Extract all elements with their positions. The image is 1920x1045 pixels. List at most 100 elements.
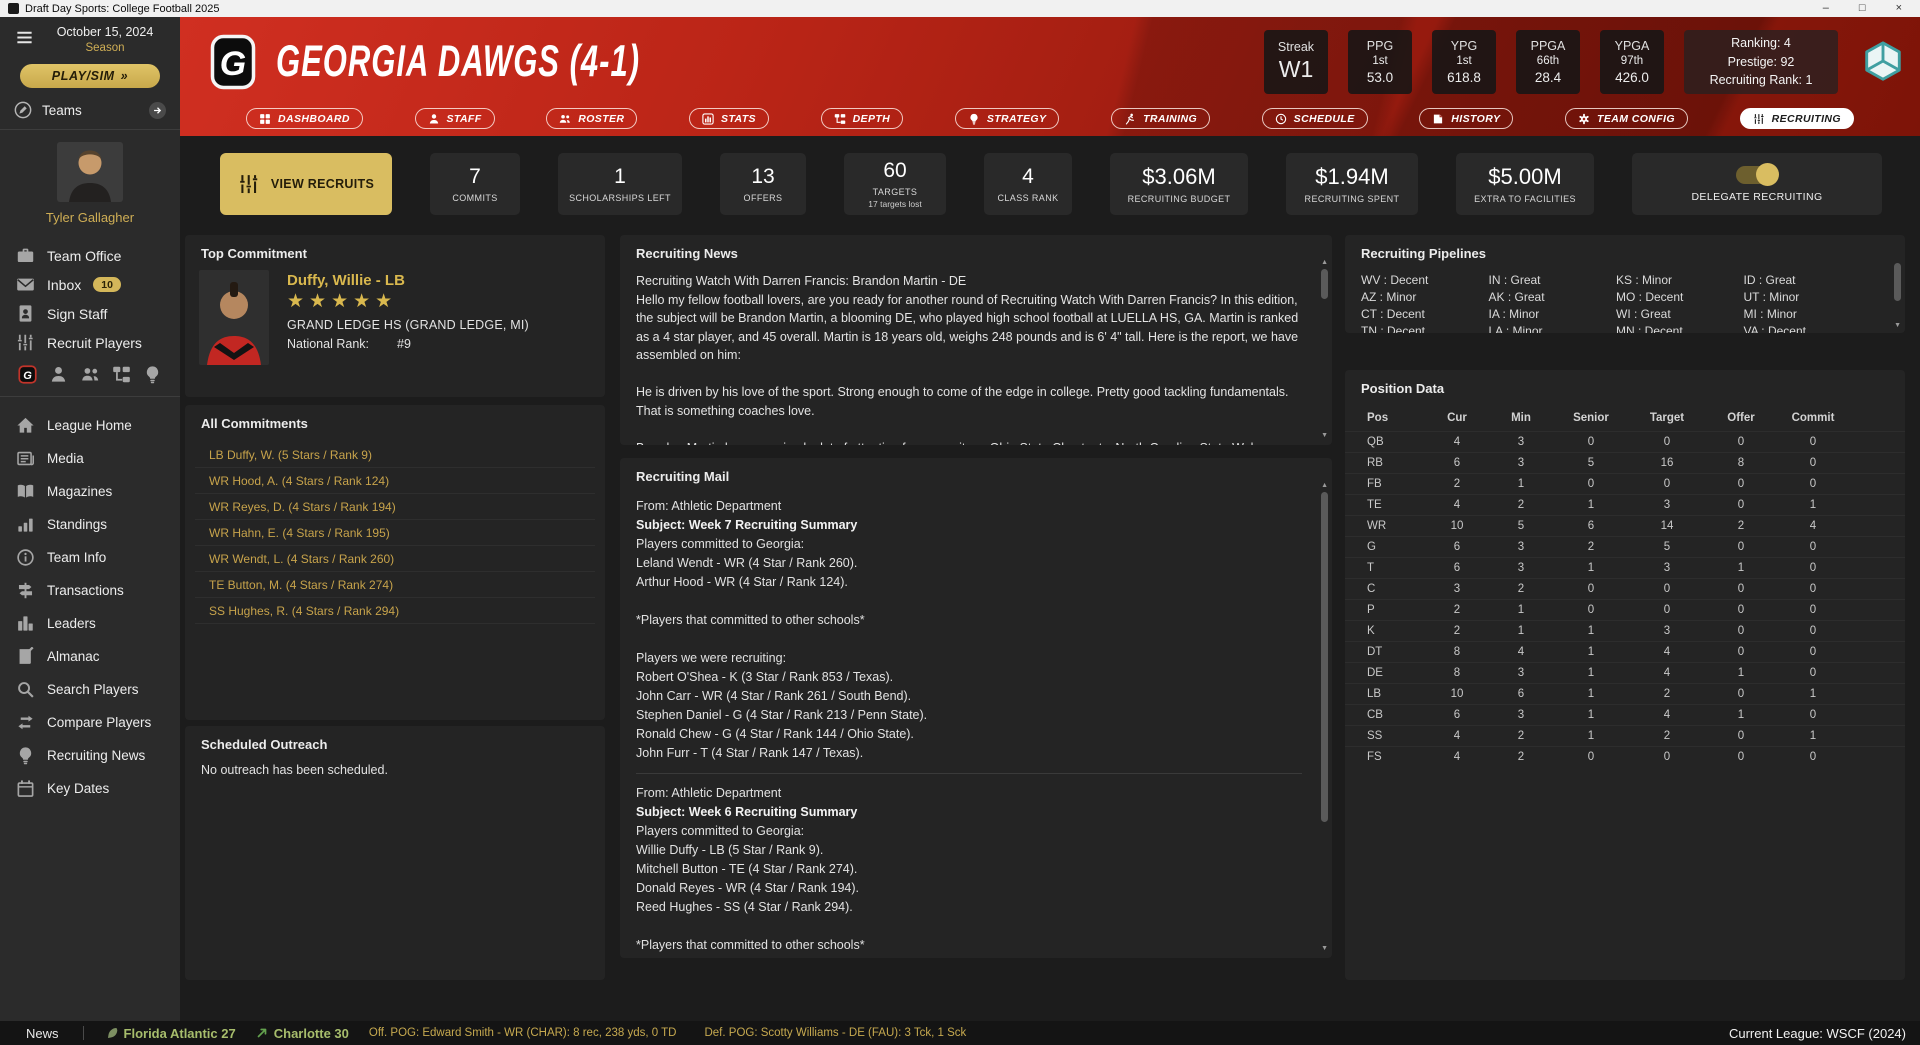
play-sim-button[interactable]: PLAY/SIM » bbox=[20, 64, 160, 88]
pipeline-entry: MN : Decent bbox=[1616, 323, 1744, 333]
sidebar-item-teams[interactable]: Teams bbox=[0, 88, 180, 129]
nav-tab[interactable]: TEAM CONFIG bbox=[1565, 108, 1688, 129]
person-icon bbox=[428, 113, 440, 125]
scroll-down-icon[interactable]: ▼ bbox=[1321, 432, 1328, 439]
mail-text-line: Players committed to Georgia: bbox=[636, 822, 1302, 841]
nav-tab[interactable]: ROSTER bbox=[546, 108, 637, 129]
sidebar-item[interactable]: Magazines bbox=[0, 475, 180, 508]
nav-tab[interactable]: STAFF bbox=[415, 108, 495, 129]
commitment-list-item[interactable]: SS Hughes, R. (4 Stars / Rank 294) bbox=[195, 598, 595, 624]
cell-min: 5 bbox=[1489, 520, 1553, 532]
window-titlebar: Draft Day Sports: College Football 2025 … bbox=[0, 0, 1920, 17]
pipelines-scrollbar[interactable] bbox=[1893, 263, 1902, 321]
teams-expand-button[interactable] bbox=[149, 102, 166, 119]
tile-label: EXTRA TO FACILITIES bbox=[1474, 194, 1576, 204]
sidebar-item[interactable]: Compare Players bbox=[0, 706, 180, 739]
pipeline-entry: KS : Minor bbox=[1616, 272, 1744, 289]
close-icon[interactable]: × bbox=[1896, 0, 1902, 17]
nav-tab[interactable]: DASHBOARD bbox=[246, 108, 363, 129]
news-scrollbar[interactable] bbox=[1320, 269, 1329, 431]
news-ticker-label[interactable]: News bbox=[0, 1026, 59, 1041]
cell-commit: 0 bbox=[1777, 667, 1849, 679]
commitment-list-item[interactable]: WR Wendt, L. (4 Stars / Rank 260) bbox=[195, 546, 595, 572]
sidebar-item[interactable]: Recruiting News bbox=[0, 739, 180, 772]
cell-pos: FS bbox=[1365, 751, 1425, 763]
sidebar-item-label: League Home bbox=[47, 418, 132, 433]
envelope-icon bbox=[16, 275, 35, 294]
ticker-away-score[interactable]: Florida Atlantic 27 bbox=[106, 1026, 236, 1041]
nav-tab[interactable]: RECRUITING bbox=[1740, 108, 1854, 129]
menu-icon[interactable] bbox=[15, 28, 34, 47]
people-icon[interactable] bbox=[81, 365, 100, 384]
divider bbox=[0, 396, 180, 397]
sidebar-item[interactable]: Leaders bbox=[0, 607, 180, 640]
commitment-list-item[interactable]: LB Duffy, W. (5 Stars / Rank 9) bbox=[195, 442, 595, 468]
bulb-icon bbox=[16, 746, 35, 765]
ticker-home-score[interactable]: Charlotte 30 bbox=[256, 1026, 349, 1041]
nav-tab[interactable]: SCHEDULE bbox=[1262, 108, 1368, 129]
scroll-down-icon[interactable]: ▼ bbox=[1321, 945, 1328, 952]
scroll-up-icon[interactable]: ▲ bbox=[1321, 482, 1328, 489]
sidebar-item[interactable]: Transactions bbox=[0, 574, 180, 607]
briefcase-icon bbox=[16, 246, 35, 265]
pipeline-entry: WV : Decent bbox=[1361, 272, 1489, 289]
table-row: P 2 1 0 0 0 0 bbox=[1345, 599, 1905, 620]
bulb-icon[interactable] bbox=[143, 365, 162, 384]
cell-target: 4 bbox=[1629, 667, 1705, 679]
scroll-down-icon[interactable]: ▼ bbox=[1894, 322, 1901, 329]
sidebar-item[interactable]: Media bbox=[0, 442, 180, 475]
sidebar-item[interactable]: Inbox 10 bbox=[0, 270, 180, 299]
sidebar-item[interactable]: Standings bbox=[0, 508, 180, 541]
tab-label: STAFF bbox=[447, 113, 482, 125]
nav-tab[interactable]: TRAINING bbox=[1111, 108, 1210, 129]
recruit-school: GRAND LEDGE HS (GRAND LEDGE, MI) bbox=[287, 318, 529, 332]
scroll-up-icon[interactable]: ▲ bbox=[1321, 259, 1328, 266]
cell-offer: 0 bbox=[1705, 478, 1777, 490]
sidebar-league-menu: League Home Media Magazines Standings bbox=[0, 409, 180, 805]
sidebar-item[interactable]: Key Dates bbox=[0, 772, 180, 805]
home-icon bbox=[16, 416, 35, 435]
commitment-list-item[interactable]: WR Reyes, D. (4 Stars / Rank 194) bbox=[195, 494, 595, 520]
glogo-icon[interactable]: G bbox=[18, 365, 37, 384]
view-recruits-button[interactable]: VIEW RECRUITS bbox=[220, 153, 392, 215]
svg-text:G: G bbox=[23, 370, 32, 382]
mail-text-line: John Carr - WR (4 Star / Rank 261 / Sout… bbox=[636, 687, 1302, 706]
mail-body: From: Athletic Department Subject: Week … bbox=[620, 493, 1332, 958]
minimize-icon[interactable]: – bbox=[1823, 0, 1829, 17]
person-icon[interactable] bbox=[49, 365, 68, 384]
commitment-list-item[interactable]: WR Hahn, E. (4 Stars / Rank 195) bbox=[195, 520, 595, 546]
delegate-recruiting-toggle[interactable] bbox=[1736, 166, 1778, 184]
nav-tab[interactable]: DEPTH bbox=[821, 108, 904, 129]
cell-senior: 1 bbox=[1553, 499, 1629, 511]
recruit-name[interactable]: Duffy, Willie - LB bbox=[287, 272, 529, 289]
cell-commit: 0 bbox=[1777, 436, 1849, 448]
commitment-list-item[interactable]: WR Hood, A. (4 Stars / Rank 124) bbox=[195, 468, 595, 494]
column-header: Min bbox=[1489, 412, 1553, 424]
mail-scrollbar[interactable] bbox=[1320, 492, 1329, 944]
all-commitments-panel: All Commitments LB Duffy, W. (5 Stars / … bbox=[185, 405, 605, 720]
sidebar-item[interactable]: Recruit Players bbox=[0, 328, 180, 357]
cell-min: 2 bbox=[1489, 730, 1553, 742]
sidebar-item[interactable]: Team Info bbox=[0, 541, 180, 574]
column-header: Target bbox=[1629, 412, 1705, 424]
nav-tab[interactable]: STATS bbox=[689, 108, 769, 129]
position-data-panel: Position Data Pos Cur Min Senior Target … bbox=[1345, 370, 1905, 980]
tile-label: CLASS RANK bbox=[997, 193, 1058, 203]
nav-tab[interactable]: HISTORY bbox=[1419, 108, 1513, 129]
sidebar-item[interactable]: Team Office bbox=[0, 241, 180, 270]
nav-tab[interactable]: STRATEGY bbox=[955, 108, 1060, 129]
cell-min: 3 bbox=[1489, 436, 1553, 448]
arrowright-icon bbox=[152, 105, 163, 116]
sidebar-item[interactable]: League Home bbox=[0, 409, 180, 442]
cell-cur: 10 bbox=[1425, 520, 1489, 532]
sidebar-item[interactable]: Sign Staff bbox=[0, 299, 180, 328]
commitment-list-item[interactable]: TE Button, M. (4 Stars / Rank 274) bbox=[195, 572, 595, 598]
scrollbar-thumb[interactable] bbox=[1894, 263, 1901, 301]
cell-offer: 0 bbox=[1705, 541, 1777, 553]
maximize-icon[interactable]: □ bbox=[1859, 0, 1866, 17]
depth-icon[interactable] bbox=[112, 365, 131, 384]
sidebar-item[interactable]: Search Players bbox=[0, 673, 180, 706]
sidebar-item[interactable]: Almanac bbox=[0, 640, 180, 673]
scrollbar-thumb[interactable] bbox=[1321, 492, 1328, 822]
scrollbar-thumb[interactable] bbox=[1321, 269, 1328, 299]
